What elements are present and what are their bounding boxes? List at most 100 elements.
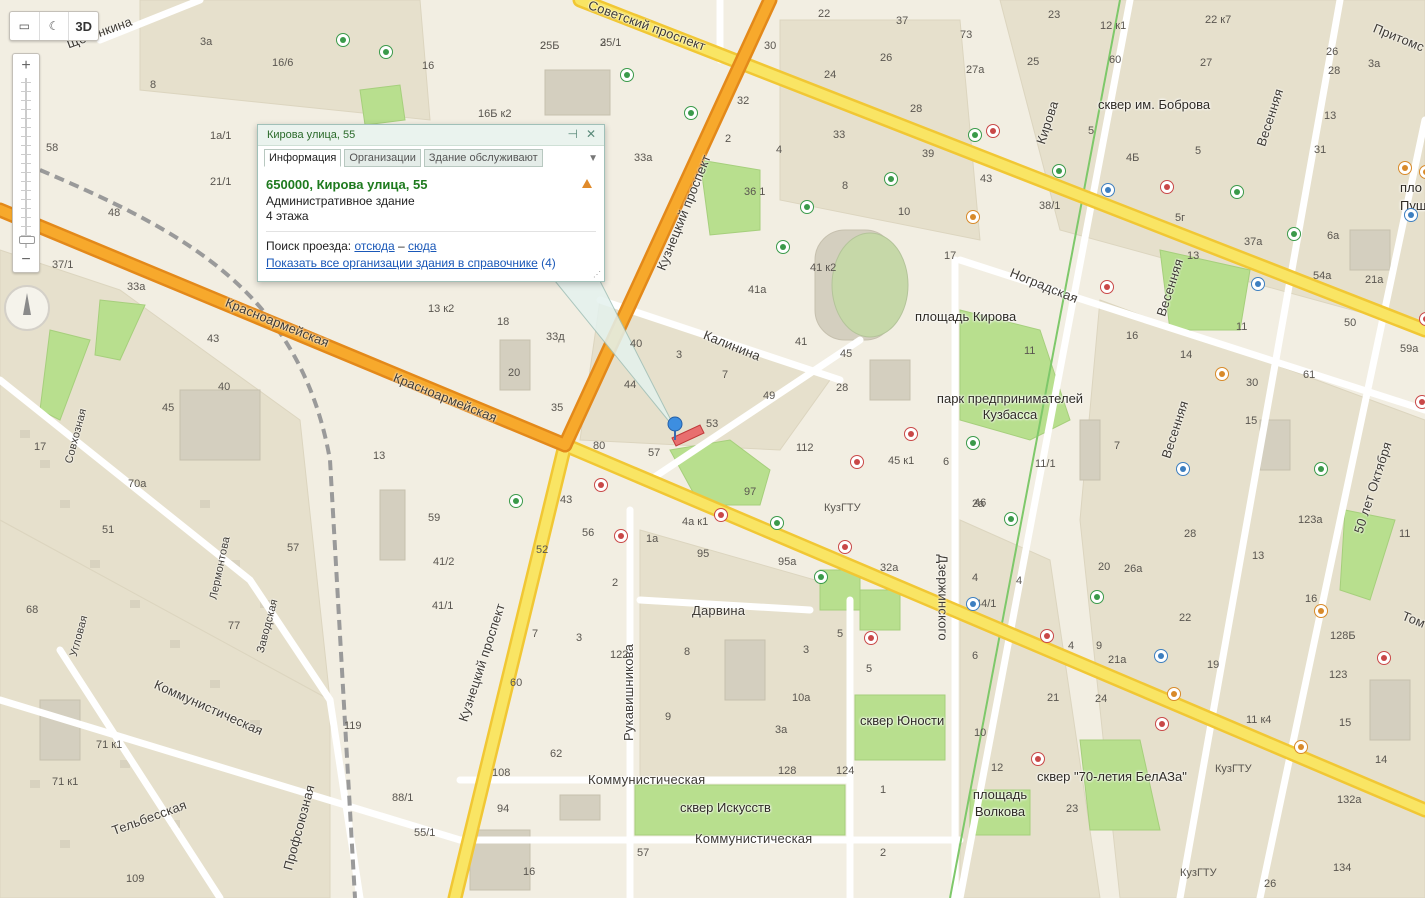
house-number: 21 xyxy=(1047,692,1060,704)
shop-icon[interactable] xyxy=(379,45,393,59)
hospital-icon[interactable] xyxy=(1160,180,1174,194)
zoom-tick xyxy=(21,82,31,83)
zoom-in-button[interactable]: + xyxy=(13,56,39,76)
house-number: 33а xyxy=(127,281,146,293)
house-number: 5 xyxy=(1195,145,1202,157)
map-toolbar: ▭ ☾ 3D xyxy=(9,11,99,41)
place-label: сквер им. Боброва xyxy=(1098,97,1211,112)
landmark-icon[interactable] xyxy=(1090,590,1104,604)
house-number: 55/1 xyxy=(414,827,436,839)
cafe-icon[interactable] xyxy=(1101,183,1115,197)
house-number: 32 xyxy=(737,95,750,107)
resize-handle-icon[interactable]: ⋰ xyxy=(593,270,601,279)
place-label: парк предпринимателей Кузбасса xyxy=(936,391,1084,422)
shop-icon[interactable] xyxy=(1215,367,1229,381)
pharmacy-icon[interactable] xyxy=(620,68,634,82)
landmark-icon[interactable] xyxy=(1040,629,1054,643)
hospital-icon[interactable] xyxy=(1377,651,1391,665)
pharmacy-icon[interactable] xyxy=(1052,164,1066,178)
zoom-tick xyxy=(21,226,31,227)
chevron-down-icon[interactable]: ▼ xyxy=(588,153,598,164)
shop-icon[interactable] xyxy=(864,631,878,645)
zoom-tick xyxy=(21,136,31,137)
bank-icon[interactable] xyxy=(904,427,918,441)
shop-icon[interactable] xyxy=(1167,687,1181,701)
house-number: 20 xyxy=(508,367,521,379)
warning-icon[interactable] xyxy=(582,179,592,188)
cafe-icon[interactable] xyxy=(1314,462,1328,476)
house-number: 123 xyxy=(1329,669,1348,681)
compass-icon[interactable] xyxy=(4,285,50,331)
landmark-icon[interactable] xyxy=(509,494,523,508)
show-orgs-link[interactable]: Показать все организации здания в справо… xyxy=(266,256,538,270)
house-number: 15 xyxy=(1339,717,1352,729)
house-number: 51 xyxy=(102,524,115,536)
house-number: 4 xyxy=(972,572,979,584)
education-icon[interactable] xyxy=(1398,161,1412,175)
house-number: 12 xyxy=(991,762,1004,774)
bus-stop-icon[interactable] xyxy=(614,529,628,543)
house-number: 26 xyxy=(880,52,893,64)
landmark-icon[interactable] xyxy=(1251,277,1265,291)
house-number: 28 xyxy=(910,103,923,115)
pharmacy-icon[interactable] xyxy=(1176,462,1190,476)
cafe-icon[interactable] xyxy=(684,106,698,120)
bus-stop-icon[interactable] xyxy=(1154,649,1168,663)
traffic-icon[interactable]: ☾ xyxy=(40,12,70,40)
cafe-icon[interactable] xyxy=(1415,395,1425,409)
bus-stop-icon[interactable] xyxy=(884,172,898,186)
route-from-link[interactable]: отсюда xyxy=(354,239,394,253)
house-number: 3 xyxy=(676,349,683,361)
route-to-link[interactable]: сюда xyxy=(408,239,436,253)
house-number: 3а xyxy=(775,724,788,736)
bank-icon[interactable] xyxy=(1100,280,1114,294)
education-icon[interactable] xyxy=(594,478,608,492)
pin-icon[interactable]: ⊣ xyxy=(568,127,578,141)
ruler-icon[interactable]: ▭ xyxy=(10,12,40,40)
education-icon[interactable] xyxy=(966,436,980,450)
house-number: 57 xyxy=(287,542,300,554)
education-icon[interactable] xyxy=(1314,604,1328,618)
3d-toggle-button[interactable]: 3D xyxy=(69,12,98,40)
bank-icon[interactable] xyxy=(336,33,350,47)
cafe-icon[interactable] xyxy=(770,516,784,530)
hospital-icon[interactable] xyxy=(800,200,814,214)
shop-icon[interactable] xyxy=(850,455,864,469)
bus-stop-icon[interactable] xyxy=(1287,227,1301,241)
education-icon[interactable] xyxy=(776,240,790,254)
house-number: 71 к1 xyxy=(96,739,123,751)
landmark-icon[interactable] xyxy=(968,128,982,142)
bank-icon[interactable] xyxy=(1031,752,1045,766)
house-number: 7 xyxy=(1114,440,1121,452)
zoom-slider-handle[interactable] xyxy=(19,236,35,244)
bus-stop-icon[interactable] xyxy=(1404,208,1418,222)
hospital-icon[interactable] xyxy=(1004,512,1018,526)
house-number: 21а xyxy=(1365,274,1384,286)
hospital-icon[interactable] xyxy=(714,508,728,522)
house-number: 17 xyxy=(34,441,47,453)
pharmacy-icon[interactable] xyxy=(1155,717,1169,731)
pharmacy-icon[interactable] xyxy=(838,540,852,554)
zoom-tick xyxy=(21,190,31,191)
house-number: 25 xyxy=(1027,56,1040,68)
cafe-icon[interactable] xyxy=(1294,740,1308,754)
bus-stop-icon[interactable] xyxy=(966,597,980,611)
bank-icon[interactable] xyxy=(986,124,1000,138)
house-number: 49 xyxy=(763,390,776,402)
bank-icon[interactable] xyxy=(814,570,828,584)
house-number: 33д xyxy=(546,331,565,343)
house-number: 8 xyxy=(150,79,157,91)
house-number: 2 xyxy=(880,847,887,859)
house-number: 3 xyxy=(600,37,607,49)
tab-organizations[interactable]: Организации xyxy=(344,149,421,167)
shop-icon[interactable] xyxy=(966,210,980,224)
zoom-out-button[interactable]: − xyxy=(13,250,39,270)
house-number: 60 xyxy=(510,677,523,689)
education-icon[interactable] xyxy=(1230,185,1244,199)
tab-info[interactable]: Информация xyxy=(264,149,342,167)
house-number: 18 xyxy=(497,316,510,328)
close-icon[interactable]: ✕ xyxy=(586,127,596,141)
tab-building-services[interactable]: Здание обслуживают xyxy=(423,149,543,167)
house-number: 41 xyxy=(795,336,808,348)
zoom-tick xyxy=(21,109,31,110)
